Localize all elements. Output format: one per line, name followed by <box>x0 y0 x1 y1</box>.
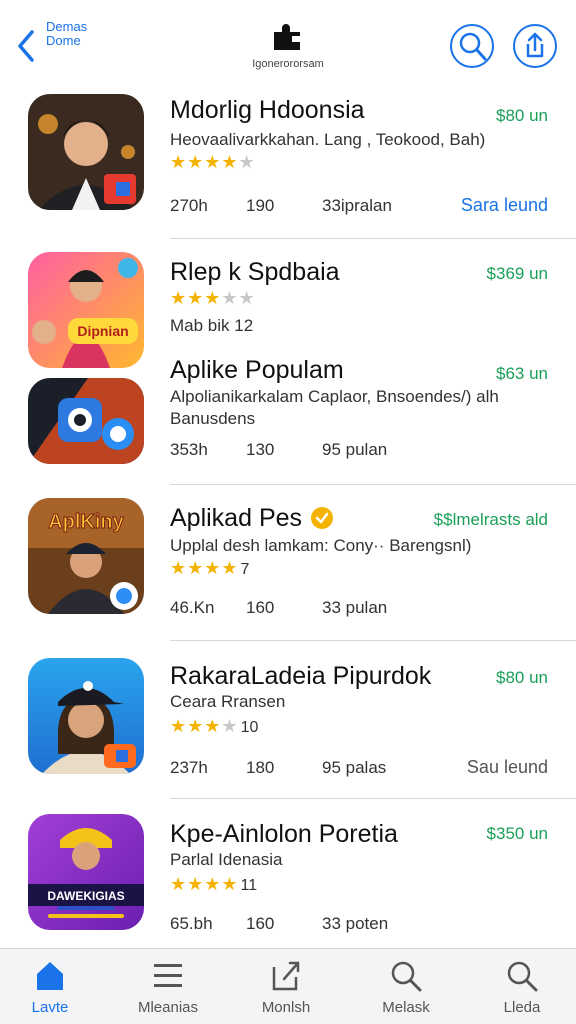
get-button[interactable]: Sara leund <box>461 195 548 216</box>
search-icon[interactable] <box>448 22 496 70</box>
icon-text: Dipnian <box>77 323 128 339</box>
rating-stars: ★★★★★ <box>170 288 256 308</box>
header-bar: Demas Dome Igonerororsam <box>0 0 576 88</box>
app-title[interactable]: Rlep k Spdbaia <box>170 258 340 287</box>
app-stat-size: 65.bh <box>170 914 213 933</box>
app-stat-downloads: 95 palas <box>322 758 387 777</box>
app-price: $63 un <box>496 364 548 383</box>
rating-extra: 11 <box>240 877 258 894</box>
girl-cartoon-icon[interactable]: Dipnian <box>28 252 144 368</box>
search-icon <box>507 961 538 992</box>
rating-stars: ★★★★ 10 <box>170 716 259 736</box>
tab-home[interactable]: Lavte <box>0 949 100 1024</box>
get-button[interactable]: Sau leund <box>467 757 548 778</box>
adventurer-icon[interactable]: AplKiny <box>28 498 144 614</box>
app-title[interactable]: Aplikad Pes <box>170 504 302 533</box>
app-stat-count: 160 <box>246 914 275 933</box>
tab-search[interactable]: Melask <box>356 949 456 1024</box>
verified-badge-icon <box>311 507 333 529</box>
share-box-icon <box>272 961 300 991</box>
app-subtitle: Mab bik 12 <box>170 316 254 335</box>
rating-stars: ★★★★★ <box>170 152 256 172</box>
girl-cap-icon[interactable] <box>28 658 144 774</box>
share-icon[interactable] <box>512 22 558 70</box>
search-icon <box>391 961 422 992</box>
app-price: $369 un <box>486 264 548 283</box>
dancer-icon[interactable]: DAWEKIGIAS <box>28 814 144 930</box>
app-stat-downloads: 33ipralan <box>322 196 392 215</box>
app-stat-downloads: 33 poten <box>322 914 389 933</box>
tab-search-alt[interactable]: Lleda <box>472 949 572 1024</box>
app-stat-downloads: 95 pulan <box>322 440 388 459</box>
back-label-line1: Demas <box>46 19 88 34</box>
tab-menu[interactable]: Mleanias <box>118 949 218 1024</box>
app-stat-downloads: 33 pulan <box>322 598 388 617</box>
lens-abstract-icon[interactable] <box>28 378 144 464</box>
app-stat-size: 237h <box>170 758 208 777</box>
boy-portrait-icon[interactable] <box>28 94 144 210</box>
app-stat-size: 270h <box>170 196 208 215</box>
tab-label: Lavte <box>31 999 69 1016</box>
puzzle-icon <box>274 24 300 50</box>
app-stat-count: 190 <box>246 196 275 215</box>
app-stat-count: 180 <box>246 758 275 777</box>
app-title[interactable]: RakaraLadeia Pipurdok <box>170 662 431 691</box>
app-subtitle: Upplal desh lamkam: Cony·· Barengsnl) <box>170 536 472 555</box>
rating-stars: ★★★★ 11 <box>170 874 258 894</box>
app-stat-size: 353h <box>170 440 208 459</box>
app-subtitle: Parlal Idenasia <box>170 850 283 869</box>
icon-text: AplKiny <box>48 511 124 533</box>
icon-text: DAWEKIGIAS <box>47 889 124 903</box>
app-price: $350 un <box>486 824 548 843</box>
menu-icon <box>154 964 182 987</box>
divider <box>170 640 576 641</box>
home-icon <box>37 962 63 990</box>
tab-label: Mleanias <box>137 999 199 1016</box>
app-subtitle: Heovaalivarkkahan. Lang , Teokood, Bah) <box>170 130 486 149</box>
tab-label: Monlsh <box>261 999 311 1016</box>
back-arrow-icon[interactable] <box>12 26 40 66</box>
app-price: $80 un <box>496 106 548 125</box>
app-stat-size: 46.Kn <box>170 598 215 617</box>
center-label: Igonerororsam <box>252 58 324 70</box>
app-subtitle: Ceara Rransen <box>170 692 286 711</box>
app-title[interactable]: Kpe-Ainlolon Poretia <box>170 820 398 849</box>
divider <box>170 798 576 799</box>
tab-label: Melask <box>382 999 430 1016</box>
tab-bar: Lavte Mleanias Monlsh Melask Lleda <box>0 948 576 1024</box>
app-price: $80 un <box>496 668 548 687</box>
tab-label: Lleda <box>503 999 541 1016</box>
rating-extra: 10 <box>240 719 259 736</box>
back-label[interactable]: Demas Dome <box>46 20 106 48</box>
app-subtitle: Alpolianikarkalam Caplaor, Bnsoendes/) a… <box>170 387 499 428</box>
app-title[interactable]: Aplike Populam <box>170 356 344 385</box>
app-title[interactable]: Mdorlig Hdoonsia <box>170 96 365 125</box>
app-price: $$lmelrasts ald <box>433 510 548 529</box>
divider <box>170 484 576 485</box>
rating-stars: ★★★★ 7 <box>170 558 250 578</box>
tab-share[interactable]: Monlsh <box>236 949 336 1024</box>
rating-extra: 7 <box>240 561 250 578</box>
back-label-line2: Dome <box>46 33 81 48</box>
app-stat-count: 130 <box>246 440 275 459</box>
app-stat-count: 160 <box>246 598 275 617</box>
divider <box>170 238 576 239</box>
